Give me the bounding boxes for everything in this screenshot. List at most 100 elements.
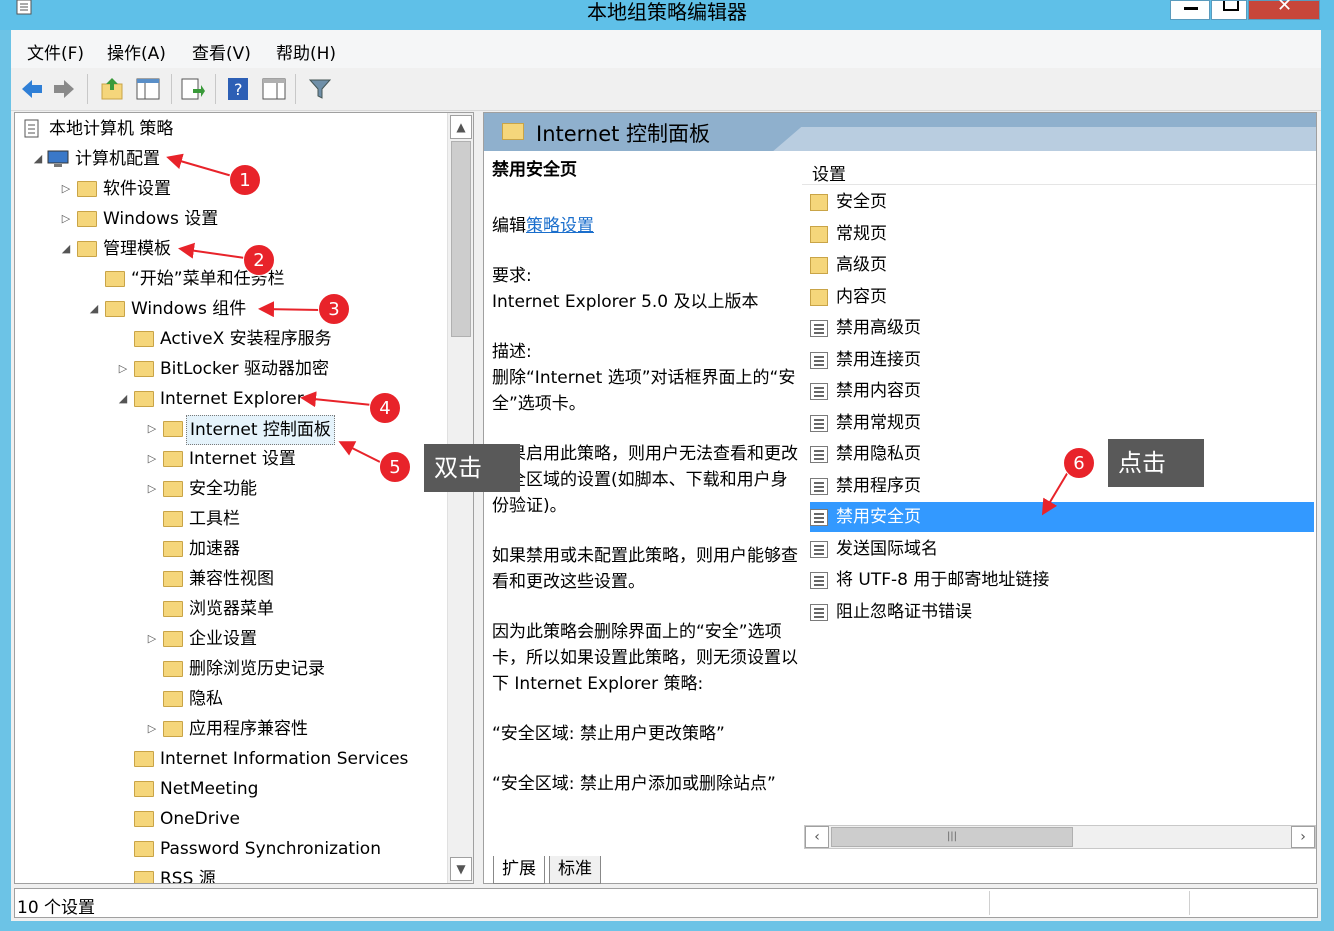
- expand-arrow-icon[interactable]: ▷: [59, 205, 73, 233]
- minimize-button[interactable]: [1170, 0, 1210, 20]
- scroll-right-arrow-icon[interactable]: ›: [1291, 826, 1315, 848]
- description-note: 因为此策略会删除界面上的“安全”选项卡，所以如果设置此策略，则无须设置以下 In…: [492, 622, 798, 694]
- tree-item[interactable]: Password Synchronization: [116, 835, 445, 863]
- collapse-arrow-icon[interactable]: ◢: [116, 385, 130, 413]
- policy-setting-icon: [810, 446, 828, 463]
- expand-arrow-icon[interactable]: ▷: [116, 355, 130, 383]
- menu-view[interactable]: 查看(V): [192, 39, 251, 64]
- settings-list-item[interactable]: 禁用常规页: [804, 408, 1314, 438]
- folder-icon: [810, 194, 828, 211]
- folder-icon: [77, 211, 97, 227]
- forward-arrow-icon[interactable]: [51, 76, 77, 102]
- folder-icon: [134, 751, 154, 767]
- settings-list-item[interactable]: 将 UTF-8 用于邮寄地址链接: [804, 565, 1314, 595]
- policy-setting-icon: [810, 509, 828, 526]
- back-arrow-icon[interactable]: [19, 76, 45, 102]
- tree-item-label: Internet 控制面板: [186, 415, 335, 445]
- filter-icon[interactable]: [307, 76, 333, 102]
- settings-list-item[interactable]: 高级页: [804, 250, 1314, 280]
- settings-list-item[interactable]: 禁用连接页: [804, 345, 1314, 375]
- tree-item[interactable]: 本地计算机 策略: [23, 115, 445, 143]
- settings-list-item[interactable]: 内容页: [804, 282, 1314, 312]
- settings-list-item[interactable]: 阻止忽略证书错误: [804, 597, 1314, 627]
- expand-arrow-icon[interactable]: ▷: [145, 415, 159, 443]
- close-button[interactable]: [1248, 0, 1320, 20]
- tree-vertical-scrollbar[interactable]: ▲ ▼: [447, 113, 473, 883]
- menu-help[interactable]: 帮助(H): [276, 39, 336, 64]
- edit-policy-link[interactable]: 策略设置: [526, 216, 594, 236]
- tree-item[interactable]: 加速器: [145, 535, 445, 563]
- scroll-down-arrow-icon[interactable]: ▼: [450, 857, 472, 881]
- policy-setting-icon: [810, 351, 828, 369]
- tree-item[interactable]: 删除浏览历史记录: [145, 655, 445, 683]
- tree-item[interactable]: ▷ Internet 控制面板: [145, 415, 445, 445]
- description-label: 描述:: [492, 342, 532, 362]
- tree-item[interactable]: Internet Information Services: [116, 745, 445, 773]
- tree-item-label: 兼容性视图: [189, 569, 274, 589]
- export-list-icon[interactable]: [179, 76, 205, 102]
- tree-item[interactable]: ▷ BitLocker 驱动器加密: [116, 355, 445, 383]
- step-badge-6: 6: [1063, 447, 1095, 479]
- tree-item[interactable]: ◢ Windows 组件: [87, 295, 445, 323]
- up-folder-icon[interactable]: [99, 76, 125, 102]
- scroll-thumb[interactable]: |||: [831, 827, 1073, 847]
- show-hide-tree-icon[interactable]: [135, 76, 161, 102]
- toolbar-separator: [171, 74, 172, 104]
- expand-arrow-icon[interactable]: ▷: [59, 175, 73, 203]
- tab-standard[interactable]: 标准: [549, 856, 601, 884]
- tree-item[interactable]: 工具栏: [145, 505, 445, 533]
- scroll-up-arrow-icon[interactable]: ▲: [450, 115, 472, 139]
- folder-icon: [134, 781, 154, 797]
- collapse-arrow-icon[interactable]: ◢: [87, 295, 101, 323]
- settings-list-item[interactable]: 发送国际域名: [804, 534, 1314, 564]
- settings-list-item[interactable]: 禁用内容页: [804, 376, 1314, 406]
- folder-icon: [163, 721, 183, 737]
- step-badge-2: 2: [243, 244, 275, 276]
- expand-arrow-icon[interactable]: ▷: [145, 445, 159, 473]
- tree-item-label: 管理模板: [103, 239, 171, 259]
- settings-list-item[interactable]: 常规页: [804, 219, 1314, 249]
- tree-item[interactable]: 兼容性视图: [145, 565, 445, 593]
- settings-list-item[interactable]: 安全页: [804, 187, 1314, 217]
- settings-list-item[interactable]: 禁用高级页: [804, 313, 1314, 343]
- tab-extended[interactable]: 扩展: [493, 856, 545, 884]
- settings-list-item-label: 禁用高级页: [836, 318, 921, 338]
- tree-item[interactable]: ▷ 企业设置: [145, 625, 445, 653]
- tree-item[interactable]: 浏览器菜单: [145, 595, 445, 623]
- list-column-header-settings[interactable]: 设置: [802, 157, 1316, 185]
- settings-list-item-label: 禁用程序页: [836, 475, 921, 496]
- tree-item[interactable]: RSS 源: [116, 865, 445, 883]
- scroll-left-arrow-icon[interactable]: ‹: [805, 826, 829, 848]
- description-value: 删除“Internet 选项”对话框界面上的“安全”选项卡。: [492, 368, 796, 414]
- folder-icon: [163, 691, 183, 707]
- tree-item[interactable]: NetMeeting: [116, 775, 445, 803]
- tree-item-label: 隐私: [189, 689, 223, 709]
- tree-item[interactable]: ▷ 应用程序兼容性: [145, 715, 445, 743]
- collapse-arrow-icon[interactable]: ◢: [59, 235, 73, 263]
- column-header-label: 设置: [812, 165, 846, 185]
- expand-arrow-icon[interactable]: ▷: [145, 715, 159, 743]
- folder-icon: [163, 511, 183, 527]
- tree-item[interactable]: OneDrive: [116, 805, 445, 833]
- menu-action[interactable]: 操作(A): [107, 39, 166, 64]
- callout-click: 点击: [1108, 439, 1204, 487]
- expand-arrow-icon[interactable]: ▷: [145, 475, 159, 503]
- help-icon[interactable]: ?: [225, 76, 251, 102]
- tree-item[interactable]: 隐私: [145, 685, 445, 713]
- list-horizontal-scrollbar[interactable]: ‹ ||| ›: [804, 825, 1316, 849]
- collapse-arrow-icon[interactable]: ◢: [31, 145, 45, 173]
- settings-list-item[interactable]: 禁用隐私页: [804, 439, 1314, 469]
- tree-item[interactable]: ▷ Windows 设置: [59, 205, 445, 233]
- folder-icon: [502, 123, 524, 140]
- scroll-thumb[interactable]: [451, 141, 471, 337]
- expand-arrow-icon[interactable]: ▷: [145, 625, 159, 653]
- toolbar-separator: [295, 74, 296, 104]
- properties-view-icon[interactable]: [261, 76, 287, 102]
- settings-list-item[interactable]: 禁用安全页: [810, 502, 1314, 532]
- menu-file[interactable]: 文件(F): [27, 39, 84, 64]
- settings-list-item[interactable]: 禁用程序页: [804, 471, 1314, 501]
- tree-item-label: NetMeeting: [160, 779, 259, 799]
- step-badge-4: 4: [369, 392, 401, 424]
- maximize-button[interactable]: [1211, 0, 1247, 20]
- tree-item[interactable]: ActiveX 安装程序服务: [116, 325, 445, 353]
